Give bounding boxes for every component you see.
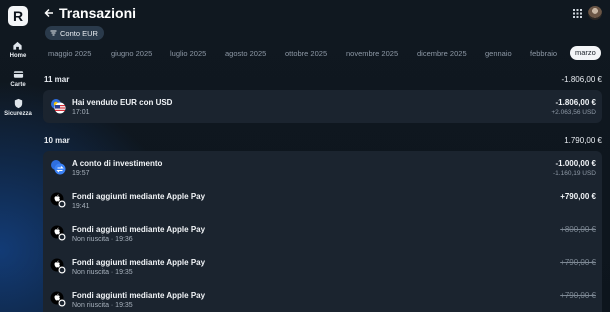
tab-month[interactable]: maggio 2025 [48, 49, 91, 58]
app-logo[interactable]: R [8, 6, 28, 26]
currency-exchange-flag-icon [51, 99, 66, 114]
transaction-amount-failed: +790,00 € [560, 291, 596, 300]
transaction-amount-failed: +790,00 € [560, 258, 596, 267]
transfer-icon [51, 160, 66, 175]
tab-month[interactable]: ottobre 2025 [285, 49, 327, 58]
day-total: 1.790,00 € [564, 136, 602, 145]
day-header: 11 mar -1.806,00 € [44, 75, 602, 87]
transaction-title: Fondi aggiunti mediante Apple Pay [72, 192, 206, 201]
transaction-title: Fondi aggiunti mediante Apple Pay [72, 225, 206, 234]
transaction-row[interactable]: Fondi aggiunti mediante Apple Pay 19:41 … [43, 184, 602, 217]
transaction-row[interactable]: Fondi aggiunti mediante Apple Pay Non ri… [43, 217, 602, 250]
transactions-card: A conto di investimento 19:57 -1.000,00 … [43, 151, 602, 312]
transaction-amount: +790,00 € [560, 192, 596, 201]
tab-month-active[interactable]: marzo [570, 46, 601, 60]
day-date: 11 mar [44, 75, 70, 84]
transaction-title: Fondi aggiunti mediante Apple Pay [72, 291, 206, 300]
sidebar: R Home Carte Sicurezza [0, 0, 36, 312]
filter-label: Conto EUR [60, 28, 98, 38]
shield-icon [14, 98, 22, 109]
filter-icon [50, 30, 57, 36]
header: Transazioni [36, 0, 610, 26]
transaction-row[interactable]: Hai venduto EUR con USD 17:01 -1.806,00 … [43, 90, 602, 123]
tab-month[interactable]: dicembre 2025 [417, 49, 467, 58]
transaction-row[interactable]: Fondi aggiunti mediante Apple Pay Non ri… [43, 250, 602, 283]
tab-month[interactable]: gennaio [485, 49, 512, 58]
transaction-title: A conto di investimento [72, 159, 163, 168]
month-tabs: maggio 2025 giugno 2025 luglio 2025 agos… [36, 45, 610, 63]
day-total: -1.806,00 € [561, 75, 602, 84]
arrow-left-icon [44, 8, 53, 18]
transaction-secondary-amount: -1.160,19 USD [553, 170, 596, 177]
transaction-row[interactable]: A conto di investimento 19:57 -1.000,00 … [43, 151, 602, 184]
day-date: 10 mar [44, 136, 70, 145]
apple-pay-icon [50, 225, 66, 241]
transaction-title: Hai venduto EUR con USD [72, 98, 173, 107]
back-button[interactable] [44, 7, 54, 19]
apple-pay-icon [50, 258, 66, 274]
sidebar-item-label: Sicurezza [4, 111, 32, 117]
tab-month[interactable]: febbraio [530, 49, 557, 58]
apps-grid-icon[interactable] [573, 9, 582, 18]
tab-month[interactable]: agosto 2025 [225, 49, 266, 58]
home-icon [13, 41, 23, 50]
tab-month[interactable]: novembre 2025 [346, 49, 398, 58]
sidebar-item-label: Carte [10, 82, 26, 88]
transaction-time: 19:57 [72, 170, 90, 177]
transaction-amount: -1.806,00 € [555, 98, 596, 107]
avatar[interactable] [588, 6, 602, 20]
card-icon [13, 71, 23, 78]
account-filter-chip[interactable]: Conto EUR [45, 26, 104, 40]
transaction-amount-failed: +800,00 € [560, 225, 596, 234]
transaction-status-time: Non riuscita · 19:36 [72, 236, 133, 243]
transaction-amount: -1.000,00 € [555, 159, 596, 168]
sidebar-item-sicurezza[interactable]: Sicurezza [4, 98, 32, 117]
day-header: 10 mar 1.790,00 € [44, 136, 602, 148]
apple-pay-icon [50, 291, 66, 307]
transaction-title: Fondi aggiunti mediante Apple Pay [72, 258, 206, 267]
transactions-card: Hai venduto EUR con USD 17:01 -1.806,00 … [43, 90, 602, 123]
transaction-time: 19:41 [72, 203, 90, 210]
transaction-secondary-amount: +2.063,56 USD [551, 109, 596, 116]
apple-pay-icon [50, 192, 66, 208]
sidebar-item-carte[interactable]: Carte [10, 69, 26, 88]
transaction-status-time: Non riuscita · 19:35 [72, 269, 133, 276]
transaction-row[interactable]: Fondi aggiunti mediante Apple Pay Non ri… [43, 283, 602, 312]
tab-month[interactable]: giugno 2025 [111, 49, 152, 58]
transaction-time: 17:01 [72, 109, 90, 116]
page-title: Transazioni [59, 5, 137, 21]
transaction-status-time: Non riuscita · 19:35 [72, 302, 133, 309]
sidebar-item-label: Home [9, 53, 27, 59]
tab-month[interactable]: luglio 2025 [170, 49, 206, 58]
sidebar-item-home[interactable]: Home [9, 40, 27, 59]
